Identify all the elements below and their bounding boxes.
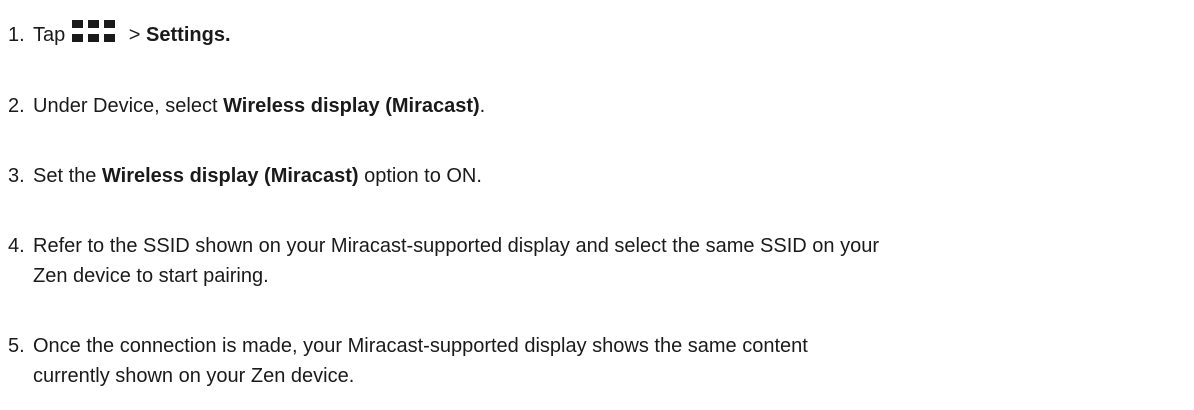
step-text-line-1: Refer to the SSID shown on your Miracast… (33, 235, 879, 257)
step-text-bold: Wireless display (Miracast) (101, 165, 359, 187)
step-text: Tap > Settings. (33, 20, 1183, 50)
step-text-post: . (479, 95, 486, 117)
step-text-line-1: Once the connection is made, your Miraca… (33, 335, 808, 357)
step-number: 4. (8, 235, 25, 257)
step-text: Once the connection is made, your Miraca… (33, 331, 1183, 391)
step-text-post: option to ON. (358, 165, 482, 187)
step-number: 1. (8, 24, 25, 46)
apps-grid-icon (70, 20, 117, 42)
step-text-separator: > (123, 24, 147, 46)
step-text: Under Device, select Wireless display (M… (33, 91, 1183, 121)
step-number: 3. (8, 165, 25, 187)
step-text-pre: Tap (33, 24, 66, 46)
step-text-bold: Settings. (146, 24, 231, 46)
step-text: Set the Wireless display (Miracast) opti… (33, 161, 1183, 191)
step-number: 5. (8, 335, 25, 357)
step-text-pre: Under Device, select (33, 95, 224, 117)
step-text-bold: Wireless display (Miracast) (223, 95, 480, 117)
step-text-line-2: Zen device to start pairing. (33, 265, 269, 287)
step-text-line-2: currently shown on your Zen device. (33, 365, 355, 387)
step-number: 2. (8, 95, 25, 117)
step-text-pre: Set the (33, 165, 102, 187)
step-text: Refer to the SSID shown on your Miracast… (33, 231, 1183, 291)
